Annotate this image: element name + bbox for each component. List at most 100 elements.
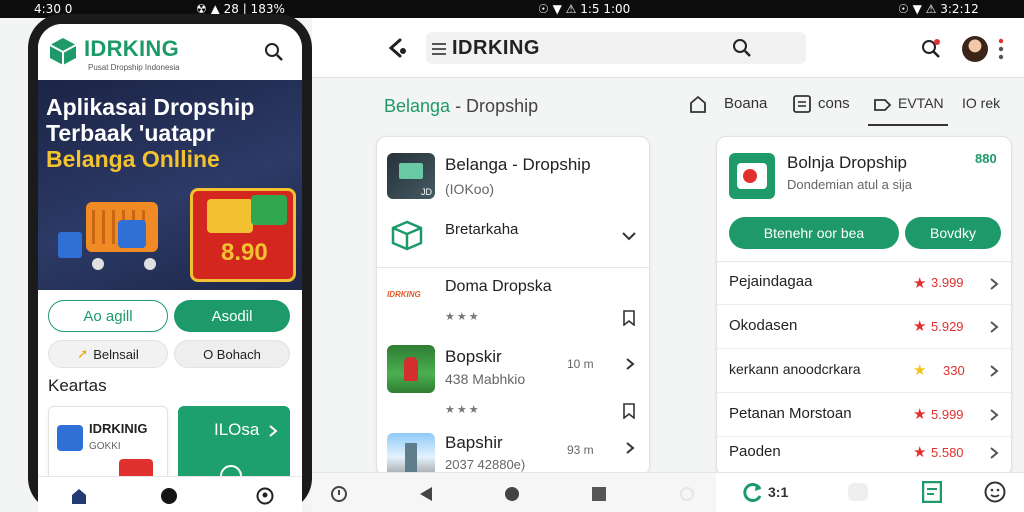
tab-evtan[interactable]: EVTAN	[868, 92, 948, 126]
chip-bohach[interactable]: O Bohach	[174, 340, 290, 368]
list-item-title: Bretarkaha	[445, 221, 519, 238]
breadcrumb-rest: - Dropship	[450, 96, 539, 116]
primary-action-button[interactable]: Btenehr oor bea	[729, 217, 899, 249]
phone-bottom-nav	[38, 476, 302, 512]
price-row[interactable]: kerkann anoodcrkara ★ 330	[717, 349, 1011, 393]
price-row-label: Paoden	[729, 443, 781, 460]
list-item-distance: 10 m	[567, 357, 594, 371]
banner-line-1: Aplikasai Dropship	[46, 94, 255, 120]
price-row-label: Pejaindagaa	[729, 273, 813, 290]
placeholder-icon[interactable]	[848, 483, 868, 501]
tab-boana[interactable]: Boana	[688, 92, 780, 118]
product-thumb-icon	[387, 345, 435, 393]
search-icon[interactable]	[264, 42, 284, 62]
history-icon[interactable]	[330, 485, 348, 503]
divider	[717, 261, 1011, 262]
phone-header: IDRKING Pusat Dropship Indonesia	[38, 24, 302, 80]
chevron-down-icon[interactable]	[621, 229, 637, 241]
chevron-right-icon[interactable]	[625, 441, 635, 455]
price-row-value: 5.999	[931, 407, 964, 422]
product-thumb-label: JD	[421, 187, 432, 197]
tablet-top-bar: IDRKING	[312, 18, 1024, 78]
bookmark-icon[interactable]	[623, 403, 635, 420]
phone-app-name: IDRKING	[84, 36, 179, 61]
price-row-label: Petanan Morstoan	[729, 405, 852, 422]
chevron-right-icon	[990, 409, 999, 421]
chevron-right-icon[interactable]	[625, 357, 635, 371]
home-circle-icon[interactable]	[504, 486, 520, 502]
store-card[interactable]: IDRKINIG GOKKI	[48, 406, 168, 486]
list-icon	[793, 95, 811, 113]
back-triangle-icon[interactable]	[418, 486, 434, 502]
list-item[interactable]: Bopskir 438 Mabhkio 10 m ★★★	[377, 343, 649, 427]
tab-label: EVTAN	[898, 95, 944, 111]
list-item-distance: 93 m	[567, 443, 594, 457]
list-item[interactable]: Bapshir 2037 42880e) 93 m	[377, 429, 649, 475]
bookmark-icon[interactable]	[623, 310, 635, 327]
price-row-label: kerkann anoodcrkara	[729, 361, 861, 377]
phone-app-tagline: Pusat Dropship Indonesia	[88, 63, 180, 72]
document-icon[interactable]	[922, 481, 942, 503]
list-item[interactable]: IDRKING Doma Dropska ★★★	[377, 268, 649, 338]
breadcrumb: Belanga - Dropship	[384, 96, 538, 117]
rating-stars: ★★★	[445, 311, 481, 323]
profile-icon[interactable]	[984, 481, 1006, 503]
list-item-title: Bapshir	[445, 433, 503, 452]
profile-icon[interactable]	[256, 487, 274, 505]
list-item-title: Bopskir	[445, 347, 502, 366]
star-icon: ★	[913, 275, 927, 292]
notification-search-icon[interactable]	[920, 38, 942, 60]
chip-label: Belnsail	[93, 346, 139, 362]
detail-title: Bolnja Dropship	[787, 153, 908, 172]
promo-banner[interactable]: Aplikasai Dropship Terbaak 'uatapr Belan…	[38, 80, 302, 290]
home-icon[interactable]	[70, 487, 88, 505]
tablet-status-right: ☉ ▼ ⚠ 3:2:12	[898, 2, 979, 16]
tab-cons[interactable]: cons	[792, 92, 858, 118]
bottom-nav-count: 3:1	[768, 484, 789, 500]
price-row[interactable]: Pejaindagaa ★ 3.999	[717, 263, 1011, 305]
banner-line-3: Belanga Onlline	[46, 146, 220, 172]
refresh-icon[interactable]	[742, 481, 764, 503]
box-icon	[389, 219, 425, 251]
phone-screen: IDRKING Pusat Dropship Indonesia Aplikas…	[38, 24, 302, 512]
lightning-icon: ➚	[77, 346, 89, 361]
secondary-action-button[interactable]: Bovdky	[905, 217, 1001, 249]
detail-badge: 880	[975, 151, 997, 166]
section-title: Keartas	[48, 376, 107, 395]
breadcrumb-current[interactable]: Belanga	[384, 96, 450, 116]
asodil-button[interactable]: Asodil	[174, 300, 290, 332]
list-item-sub: (IOKoo)	[445, 181, 495, 197]
avatar[interactable]	[962, 36, 988, 62]
store-card-title: IDRKINIG	[89, 421, 148, 436]
green-promo-card[interactable]: ILOsa	[178, 406, 290, 486]
chevron-right-icon	[990, 321, 999, 333]
more-options-icon[interactable]	[998, 38, 1004, 60]
price-row[interactable]: Paoden ★ 5.580	[717, 437, 1011, 475]
price-row-label: Okodasen	[729, 317, 798, 334]
tablet-search-bar[interactable]: IDRKING	[426, 32, 806, 64]
chip-belnsail[interactable]: ➚ Belnsail	[48, 340, 168, 368]
star-icon: ★	[913, 362, 927, 379]
tab-io-rek[interactable]: IO rek	[960, 92, 1020, 118]
home-circle-icon[interactable]	[160, 487, 178, 505]
ao-agill-button[interactable]: Ao agill	[48, 300, 168, 332]
app-thumb-icon	[729, 153, 775, 199]
menu-icon[interactable]	[432, 42, 446, 55]
banner-line-2: Terbaak 'uatapr	[46, 120, 215, 146]
price-row[interactable]: Petanan Morstoan ★ 5.999	[717, 393, 1011, 437]
star-icon: ★	[913, 444, 927, 461]
product-thumb-icon	[387, 433, 435, 475]
green-card-label: ILOsa	[214, 420, 260, 439]
store-thumb-icon	[57, 425, 83, 451]
list-item-title: Belanga - Dropship	[445, 155, 591, 174]
tag-icon	[874, 99, 892, 111]
gift-box-icon: 8.90	[190, 188, 296, 282]
star-icon: ★	[913, 406, 927, 423]
recents-square-icon[interactable]	[592, 487, 606, 501]
search-icon[interactable]	[732, 38, 752, 58]
price-row[interactable]: Okodasen ★ 5.929	[717, 305, 1011, 349]
rating-stars: ★★★	[445, 404, 481, 416]
list-item[interactable]: JD Belanga - Dropship (IOKoo) Bretarkaha	[377, 137, 649, 269]
back-icon[interactable]	[386, 36, 410, 60]
chevron-right-icon	[990, 278, 999, 290]
